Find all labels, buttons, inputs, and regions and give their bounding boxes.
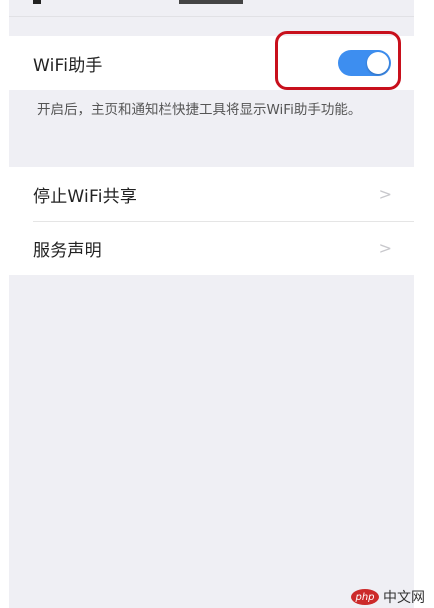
menu-item-label: 服务声明 bbox=[33, 240, 102, 261]
watermark-text: 中文网 bbox=[383, 590, 425, 606]
menu-item-stop-wifi-sharing[interactable]: 停止WiFi共享 > bbox=[9, 167, 414, 221]
wifi-assistant-toggle[interactable] bbox=[338, 50, 391, 76]
wifi-assistant-row[interactable]: WiFi助手 bbox=[9, 31, 414, 90]
divider bbox=[9, 16, 414, 17]
chevron-right-icon: > bbox=[378, 184, 392, 204]
php-logo: php bbox=[351, 589, 379, 605]
wifi-assistant-label: WiFi助手 bbox=[33, 55, 103, 76]
wifi-assistant-description: 开启后，主页和通知栏快捷工具将显示WiFi助手功能。 bbox=[37, 102, 362, 118]
watermark: php 中文网 bbox=[351, 588, 425, 606]
menu-item-service-statement[interactable]: 服务声明 > bbox=[9, 221, 414, 275]
top-cut-fragment bbox=[179, 0, 243, 4]
settings-screen: WiFi助手 开启后，主页和通知栏快捷工具将显示WiFi助手功能。 停止WiFi… bbox=[9, 0, 414, 608]
top-cut-off-bar bbox=[9, 0, 414, 17]
menu-item-label: 停止WiFi共享 bbox=[33, 186, 138, 207]
chevron-right-icon: > bbox=[378, 238, 392, 258]
top-cut-fragment bbox=[33, 0, 41, 4]
toggle-knob bbox=[367, 52, 389, 74]
menu-group: 停止WiFi共享 > 服务声明 > bbox=[9, 167, 414, 275]
wifi-assistant-group: WiFi助手 bbox=[9, 31, 414, 90]
